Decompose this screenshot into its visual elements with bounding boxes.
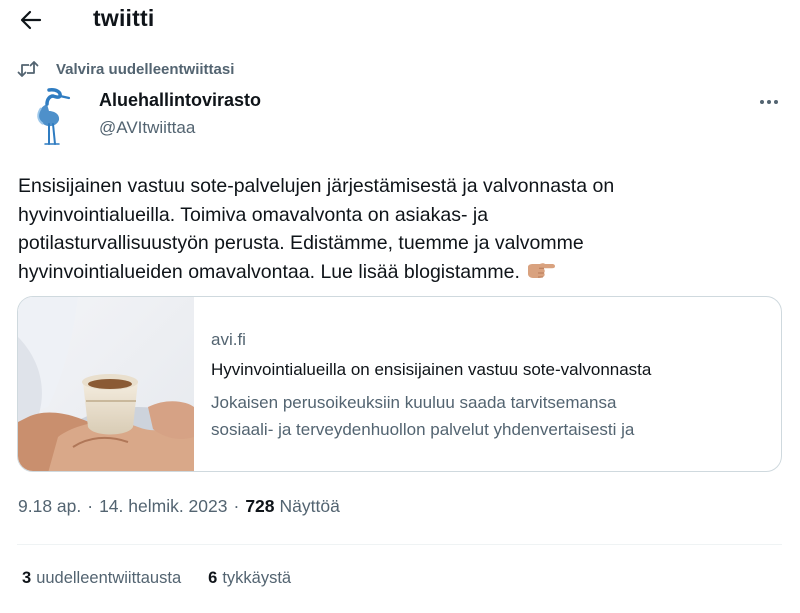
tweet-text-line: potilasturvallisuustyön perusta. Edistäm… <box>18 232 584 254</box>
link-card-description: Jokaisen perusoikeuksiin kuuluu saada ta… <box>211 389 771 443</box>
tweet-text-line-last: hyvinvointialueiden omavalvontaa. Lue li… <box>18 258 778 290</box>
likes-stat[interactable]: 6 tykkäystä <box>208 569 291 588</box>
link-card-description-line: sosiaali- ja terveydenhuollon palvelut y… <box>211 420 635 439</box>
tweet-date[interactable]: 14. helmik. 2023 <box>99 496 227 517</box>
more-dot <box>774 100 778 104</box>
tweet-text-line: Ensisijainen vastuu sote-palvelujen järj… <box>18 175 615 197</box>
tweet-text: Ensisijainen vastuu sote-palvelujen järj… <box>18 172 778 289</box>
link-card-description-line: Jokaisen perusoikeuksiin kuuluu saada ta… <box>211 393 617 412</box>
retweets-stat[interactable]: 3 uudelleentwiittausta <box>22 569 181 588</box>
tweet-time[interactable]: 9.18 ap. <box>18 496 81 517</box>
divider <box>17 544 782 545</box>
link-card-title: Hyvinvointialueilla on ensisijainen vast… <box>211 360 652 379</box>
engagement-stats: 3 uudelleentwiittausta 6 tykkäystä <box>22 569 291 588</box>
likes-label: tykkäystä <box>222 569 292 587</box>
link-preview-image <box>18 297 194 471</box>
meta-separator: · <box>87 496 94 516</box>
back-button[interactable] <box>14 4 48 36</box>
author-name[interactable]: Aluehallintovirasto <box>99 90 261 111</box>
tweet-text-line: hyvinvointialueiden omavalvontaa. Lue li… <box>18 260 520 283</box>
link-preview-card[interactable]: avi.fi Hyvinvointialueilla on ensisijain… <box>17 296 782 472</box>
heron-logo-icon <box>37 88 71 145</box>
tweet-text-line: hyvinvointialueilla. Toimiva omavalvonta… <box>18 203 489 226</box>
arrow-left-icon <box>20 10 42 30</box>
page-header: twiitti <box>0 0 800 42</box>
more-options-button[interactable] <box>754 90 784 114</box>
retweet-icon <box>17 59 41 79</box>
pointing-right-hand-icon <box>526 261 556 290</box>
retweet-context[interactable]: Valvira uudelleentwiittasi <box>17 58 234 80</box>
author-handle[interactable]: @AVItwiittaa <box>99 118 195 138</box>
likes-count: 6 <box>208 569 218 587</box>
more-dot <box>760 100 764 104</box>
meta-separator: · <box>233 496 240 516</box>
retweet-context-label: Valvira uudelleentwiittasi <box>56 60 235 78</box>
page-title: twiitti <box>93 5 155 31</box>
avatar[interactable] <box>18 86 80 148</box>
views-label: Näyttöä <box>279 496 340 516</box>
link-card-domain: avi.fi <box>211 330 246 349</box>
retweets-count: 3 <box>22 569 32 587</box>
more-dot <box>767 100 771 104</box>
retweets-label: uudelleentwiittausta <box>36 569 182 587</box>
tweet-page: twiitti Valvira uudelleentwiittasi Alueh… <box>0 0 800 613</box>
tweet-meta: 9.18 ap. · 14. helmik. 2023 · 728 Näyttö… <box>18 496 340 517</box>
views-count: 728 <box>245 496 275 516</box>
